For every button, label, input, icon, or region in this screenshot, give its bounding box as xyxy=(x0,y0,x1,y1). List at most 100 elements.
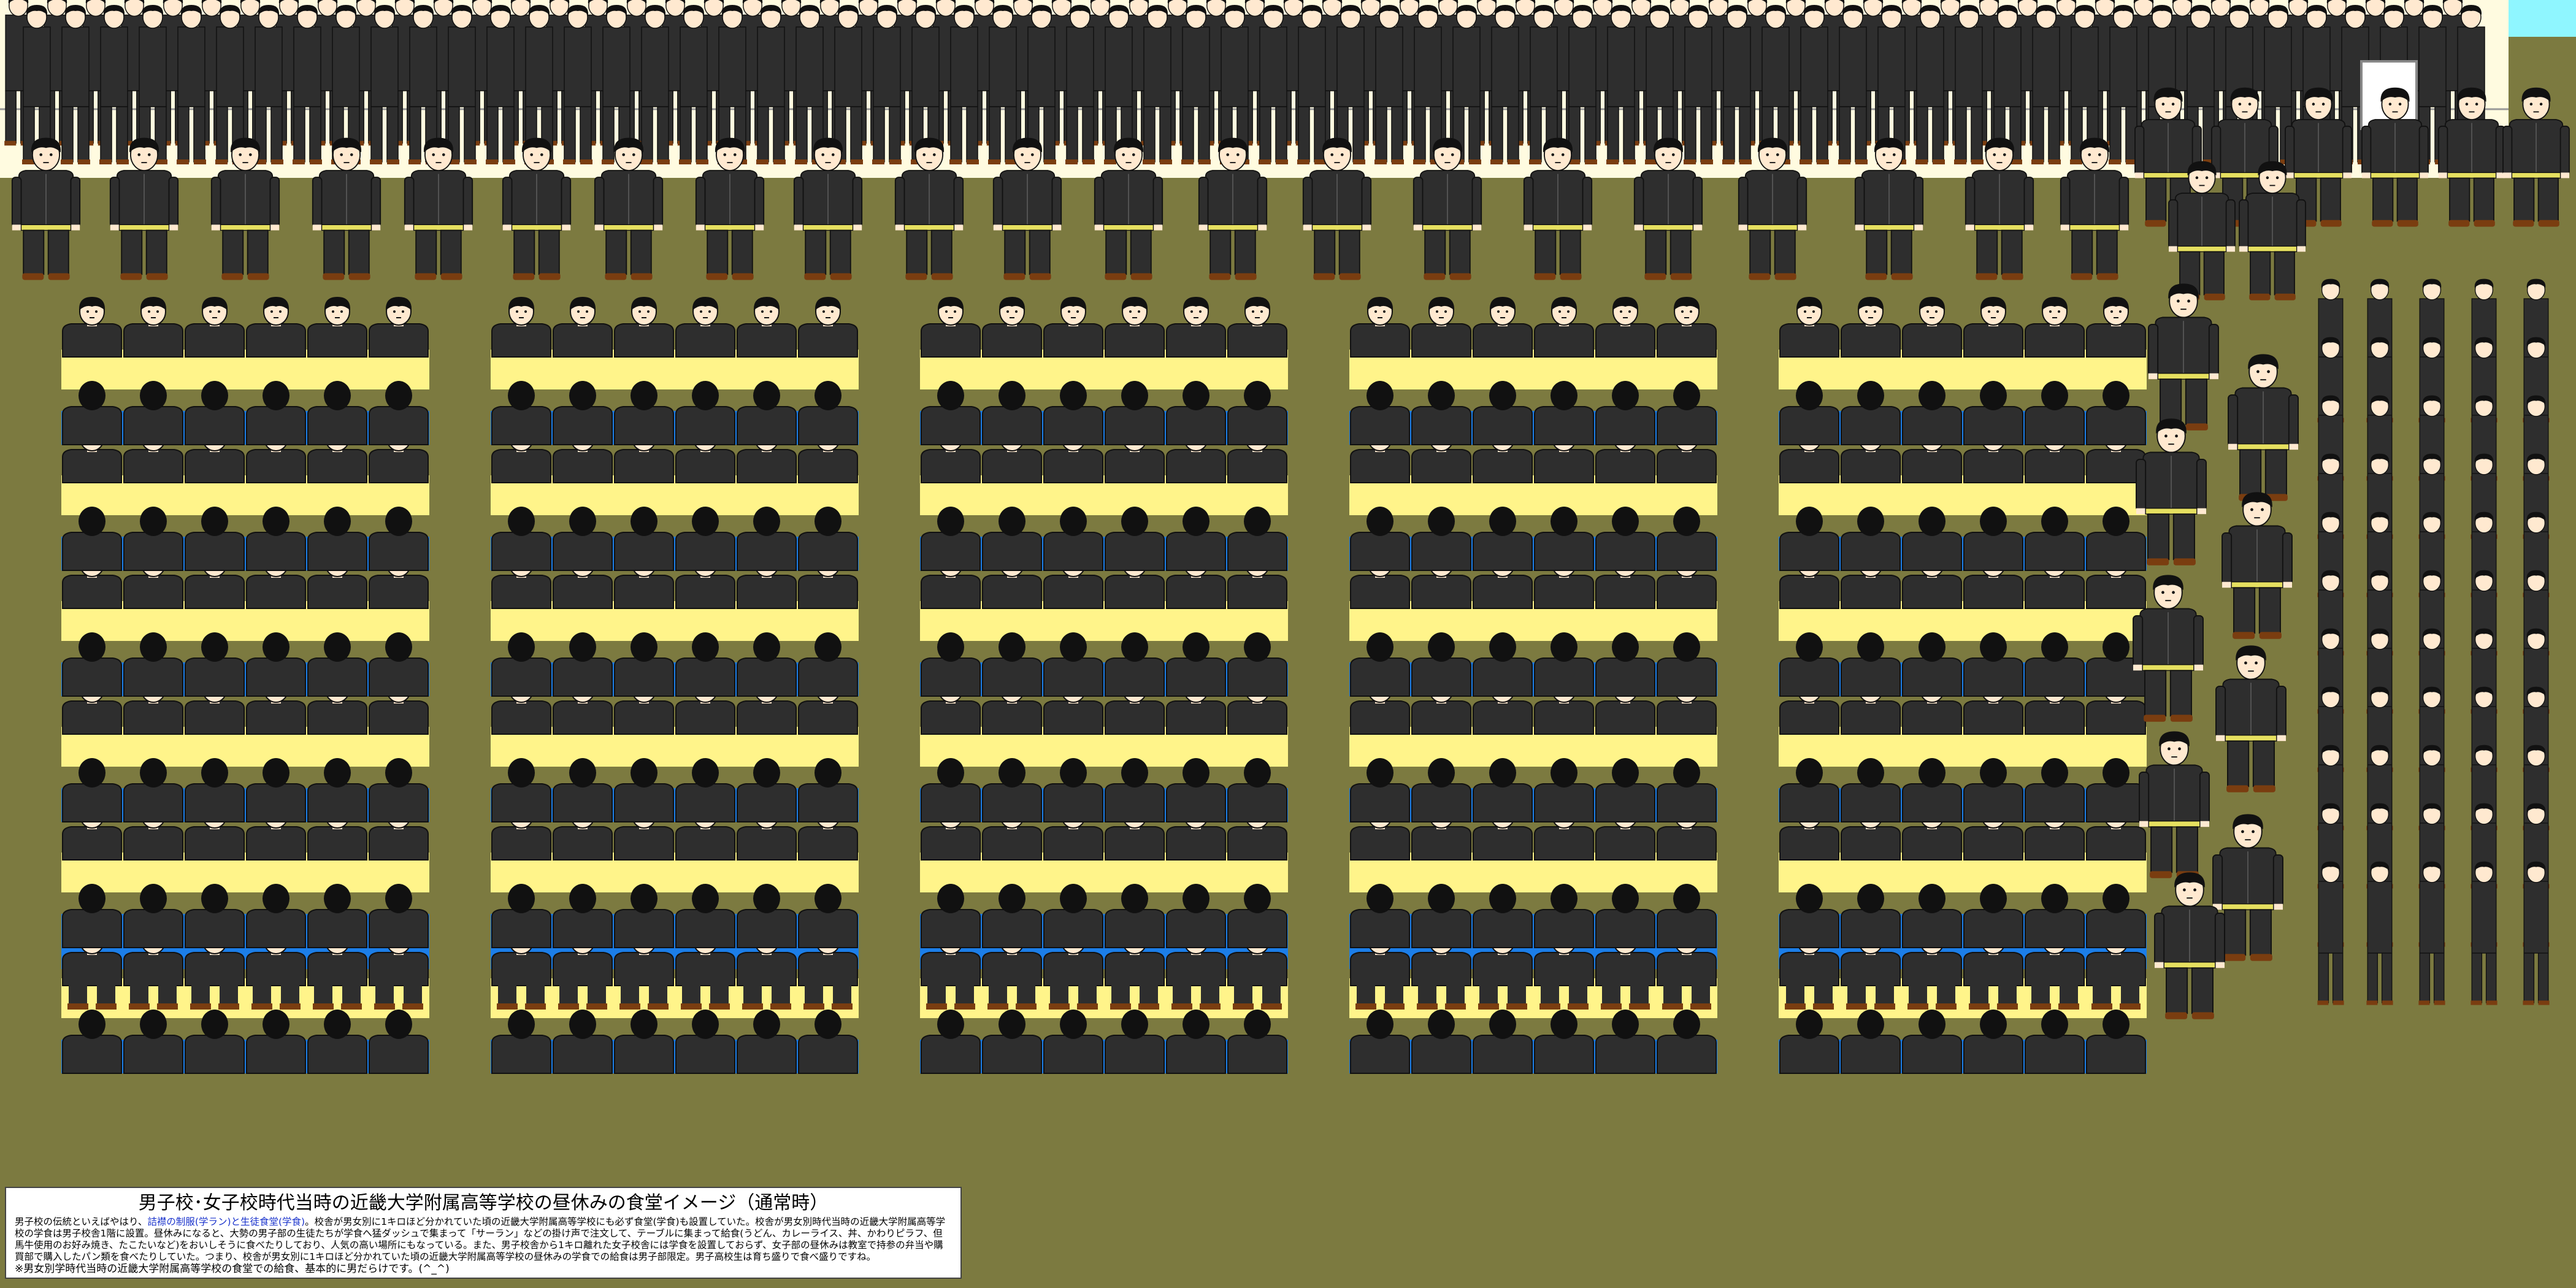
student-leg xyxy=(2121,969,2139,1006)
student-shoe xyxy=(1077,1003,1098,1010)
seated-student-back xyxy=(1043,757,1103,822)
seated-student-back xyxy=(798,757,858,822)
student-shoe xyxy=(67,1003,88,1010)
seated-student-back xyxy=(2025,506,2085,571)
student-shoe xyxy=(926,1003,947,1010)
seated-student-back xyxy=(1657,632,1717,697)
seated-student-back xyxy=(982,757,1042,822)
seated-student-back xyxy=(1227,506,1287,571)
seated-student-back xyxy=(491,883,551,948)
seated-student xyxy=(1841,296,1901,358)
seated-student-back xyxy=(1473,883,1533,948)
seated-student-back xyxy=(1473,632,1533,697)
seated-student-back xyxy=(1779,506,1839,571)
seated-student-back xyxy=(185,380,245,445)
student-leg xyxy=(158,969,177,1006)
student-leg xyxy=(621,969,639,1006)
seated-student-back xyxy=(1105,883,1165,948)
seated-student xyxy=(1350,296,1410,358)
crowd-row-back xyxy=(4,0,2486,165)
seated-student-back xyxy=(553,883,613,948)
seated-student-back xyxy=(1963,757,2023,822)
student-leg xyxy=(342,969,361,1006)
seated-student-back xyxy=(1166,506,1226,571)
seated-student-back xyxy=(1841,757,1901,822)
student-leg xyxy=(69,969,87,1006)
seated-student-back xyxy=(2025,757,2085,822)
caption-box: 男子校･女子校時代当時の近畿大学附属高等学校の昼休みの食堂イメージ（通常時） 男… xyxy=(5,1187,962,1279)
student-shoe xyxy=(341,1003,362,1010)
seated-student-back xyxy=(675,632,735,697)
student-shoe xyxy=(1997,1003,2018,1010)
seated-student-back xyxy=(1534,883,1594,948)
seated-student-back xyxy=(2086,757,2146,822)
seated-student-back xyxy=(1105,1009,1165,1074)
seated-student-back xyxy=(2086,506,2146,571)
seated-student-back xyxy=(307,883,367,948)
student-leg xyxy=(375,969,394,1006)
seated-student-back xyxy=(185,757,245,822)
seated-student-back xyxy=(553,1009,613,1074)
student-leg xyxy=(805,969,823,1006)
seated-student xyxy=(1595,296,1655,358)
seated-student-back xyxy=(982,380,1042,445)
student-shoe xyxy=(1138,1003,1159,1010)
seated-student-back xyxy=(246,506,306,571)
student-shoe xyxy=(558,1003,579,1010)
seated-student-back xyxy=(982,883,1042,948)
seated-student-back xyxy=(62,883,122,948)
student-shoe xyxy=(402,1003,423,1010)
student-leg xyxy=(191,969,210,1006)
student-shoe xyxy=(709,1003,730,1010)
seated-student-back xyxy=(798,1009,858,1074)
student-leg xyxy=(833,969,851,1006)
student-shoe xyxy=(1785,1003,1806,1010)
seated-student-back xyxy=(307,632,367,697)
seated-student-back xyxy=(185,506,245,571)
seated-student-back xyxy=(62,632,122,697)
seated-student xyxy=(1779,296,1839,358)
seated-student-back xyxy=(1963,1009,2023,1074)
seated-student-back xyxy=(1350,883,1410,948)
seated-student-back xyxy=(1043,1009,1103,1074)
student-shoe xyxy=(1568,1003,1589,1010)
student-leg xyxy=(989,969,1007,1006)
seated-student-back xyxy=(614,883,674,948)
student-leg xyxy=(649,969,667,1006)
seated-student-back xyxy=(737,1009,797,1074)
seated-student-back xyxy=(1105,757,1165,822)
student-shoe xyxy=(129,1003,150,1010)
seated-student-back xyxy=(1595,883,1655,948)
student-shoe xyxy=(987,1003,1008,1010)
student-leg xyxy=(1173,969,1191,1006)
seated-student-back xyxy=(1534,757,1594,822)
seated-student-back xyxy=(369,380,429,445)
seated-student-back xyxy=(553,380,613,445)
caption-body-highlight: 詰襟の制服(学ラン)と生徒食堂(学食) xyxy=(147,1216,305,1227)
seated-student xyxy=(185,296,245,358)
seated-student-back xyxy=(123,1009,183,1074)
student-leg xyxy=(1602,969,1620,1006)
seated-student-back xyxy=(1166,1009,1226,1074)
seated-student-back xyxy=(369,632,429,697)
seated-student-back xyxy=(1473,1009,1533,1074)
student-shoe xyxy=(1846,1003,1867,1010)
seated-student-back xyxy=(1657,506,1717,571)
seated-student-back xyxy=(1411,632,1471,697)
seated-student-back xyxy=(737,506,797,571)
student-shoe xyxy=(2091,1003,2112,1010)
seated-student-back xyxy=(921,380,981,445)
student-shoe xyxy=(1506,1003,1527,1010)
student-leg xyxy=(1385,969,1403,1006)
student-shoe xyxy=(190,1003,211,1010)
seated-student-back xyxy=(123,883,183,948)
seated-student-back xyxy=(307,757,367,822)
seated-student-back xyxy=(737,632,797,697)
seated-student-back xyxy=(62,380,122,445)
seated-student-back xyxy=(614,632,674,697)
standing-students-right xyxy=(2133,278,2550,1020)
student-leg xyxy=(498,969,516,1006)
student-shoe xyxy=(497,1003,518,1010)
student-leg xyxy=(588,969,606,1006)
seated-student-back xyxy=(675,506,735,571)
